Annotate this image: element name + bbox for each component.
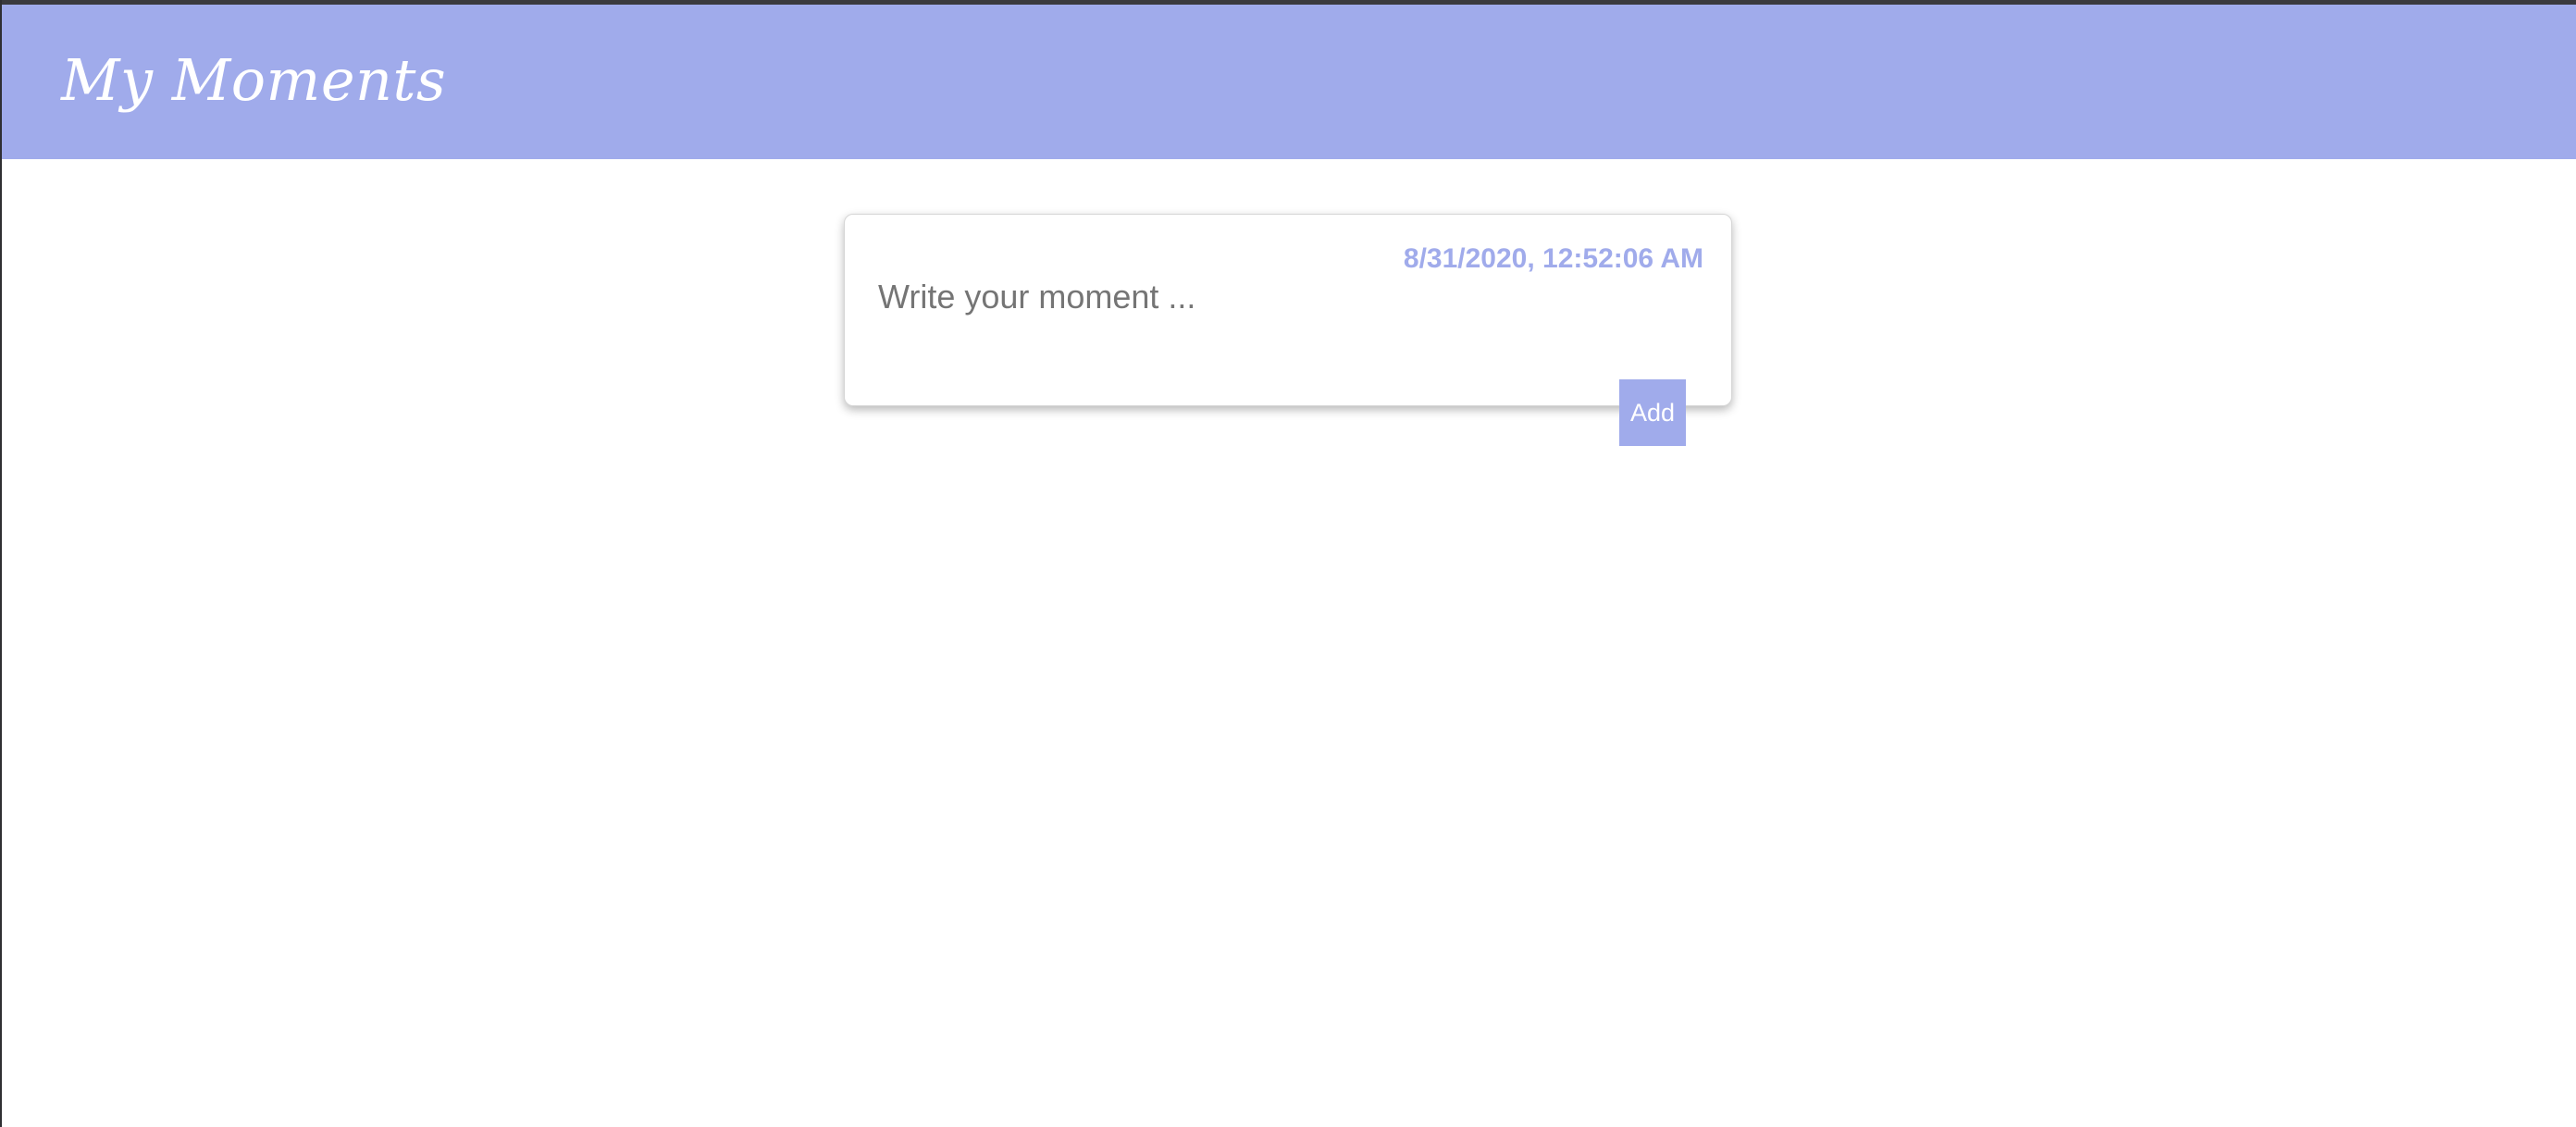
add-button[interactable]: Add <box>1619 379 1686 446</box>
moment-timestamp: 8/31/2020, 12:52:06 AM <box>1403 243 1703 274</box>
app-header: My Moments <box>2 5 2576 159</box>
moment-composer-card: 8/31/2020, 12:52:06 AM <box>844 214 1732 406</box>
app-title: My Moments <box>61 46 447 114</box>
moment-input[interactable] <box>878 276 1674 378</box>
window-left-edge <box>0 0 2 1127</box>
